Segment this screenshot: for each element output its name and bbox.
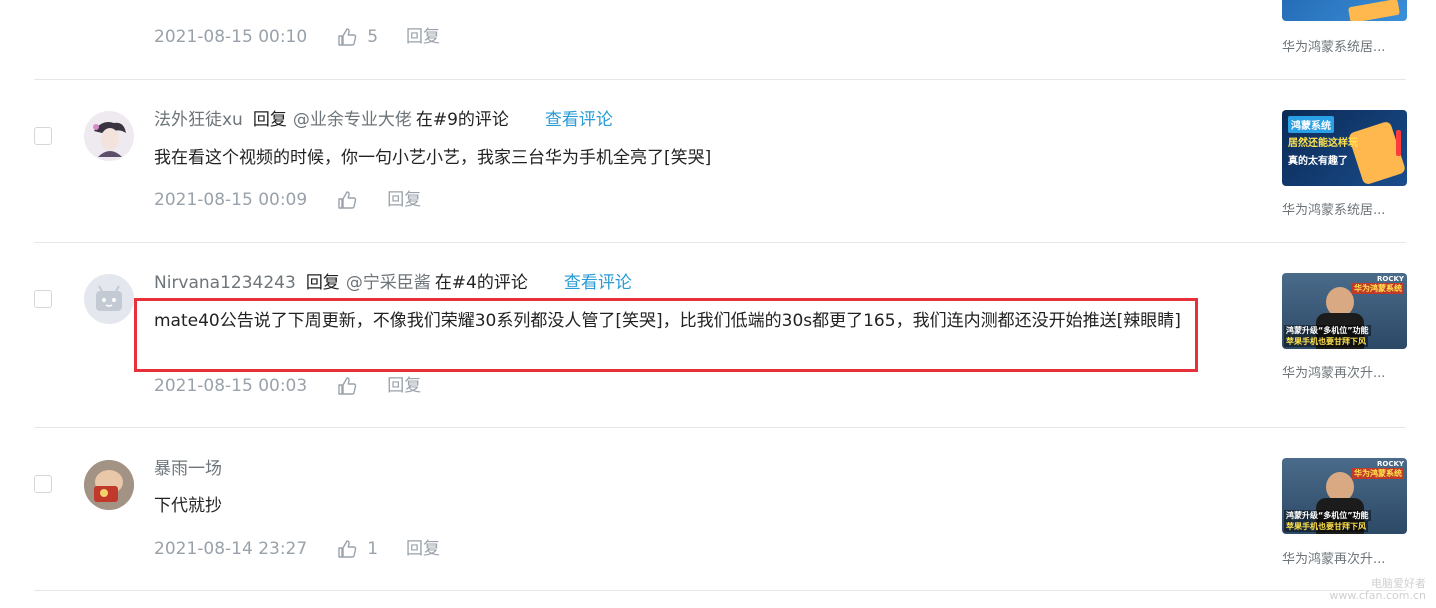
- thumb-text: 居然还能这样玩: [1288, 138, 1358, 149]
- avatar[interactable]: [84, 274, 134, 324]
- reply-label: 回复: [305, 273, 340, 293]
- comment-divider: [34, 590, 1406, 591]
- like-count: 5: [367, 27, 379, 47]
- view-comment-link[interactable]: 查看评论: [564, 273, 632, 293]
- comment-meta: 2021-08-15 00:09 回复: [154, 189, 421, 211]
- video-thumbnail[interactable]: ROCKY 华为鸿蒙系统 鸿蒙升级“多机位”功能 苹果手机也要甘拜下风: [1282, 273, 1407, 349]
- phone-illustration: [1347, 0, 1401, 21]
- avatar-image: [84, 460, 134, 510]
- video-thumbnail[interactable]: ROCKY 华为鸿蒙系统 鸿蒙升级“多机位”功能 苹果手机也要甘拜下风: [1282, 458, 1407, 534]
- thumbs-up-icon: [338, 28, 357, 46]
- watermark-text: www.cfan.com.cn: [1329, 589, 1426, 602]
- comment-divider: [34, 79, 1406, 80]
- comment-header: 暴雨一场: [154, 458, 222, 480]
- site-watermark: 电脑爱好者 www.cfan.com.cn: [1329, 578, 1426, 602]
- video-title[interactable]: 华为鸿蒙再次升...: [1282, 548, 1407, 567]
- like-button[interactable]: 1: [337, 538, 378, 560]
- avatar[interactable]: [84, 460, 134, 510]
- default-avatar-icon: [84, 274, 134, 324]
- video-title[interactable]: 华为鸿蒙系统居...: [1282, 36, 1407, 55]
- comment-header: 法外狂徒xu 回复 @业余专业大佬 在#9的评论 查看评论: [154, 109, 613, 131]
- select-checkbox[interactable]: [34, 290, 52, 308]
- like-button[interactable]: [337, 376, 367, 396]
- reply-button[interactable]: 回复: [387, 375, 421, 397]
- comment-date: 2021-08-15 00:10: [154, 27, 308, 47]
- like-button[interactable]: 5: [337, 26, 378, 48]
- thumb-text: 华为鸿蒙系统: [1352, 468, 1404, 479]
- mention-link[interactable]: @宁采臣酱: [346, 273, 431, 293]
- thumb-text: 华为鸿蒙系统: [1352, 283, 1404, 294]
- mention-link[interactable]: @业余专业大佬: [293, 110, 412, 130]
- thumb-text: 鸿蒙系统: [1288, 116, 1334, 133]
- comment-date: 2021-08-15 00:03: [154, 376, 308, 396]
- thumbs-up-icon: [338, 377, 357, 395]
- thumb-text: 真的太有趣了: [1288, 156, 1348, 167]
- reply-button[interactable]: 回复: [387, 189, 421, 211]
- avatar-image: [84, 111, 134, 161]
- comment-date: 2021-08-14 23:27: [154, 539, 308, 559]
- thumb-brand: ROCKY: [1377, 275, 1404, 283]
- view-comment-link[interactable]: 查看评论: [545, 110, 613, 130]
- username[interactable]: 法外狂徒xu: [154, 110, 243, 130]
- thumb-brand: ROCKY: [1377, 460, 1404, 468]
- comment-context: 在#9的评论: [415, 110, 509, 130]
- thumb-text: 苹果手机也要甘拜下风: [1284, 521, 1368, 532]
- thumb-text: 苹果手机也要甘拜下风: [1284, 336, 1368, 347]
- comment-content: 我在看这个视频的时候，你一句小艺小艺，我家三台华为手机全亮了[笑哭]: [154, 148, 712, 168]
- comment-context: 在#4的评论: [434, 273, 528, 293]
- video-thumbnail[interactable]: 鸿蒙系统 居然还能这样玩 真的太有趣了: [1282, 110, 1407, 186]
- thumb-text: 鸿蒙升级“多机位”功能: [1284, 325, 1371, 336]
- like-button[interactable]: [337, 190, 367, 210]
- exclamation-icon: [1396, 130, 1401, 156]
- comment-divider: [34, 427, 1406, 428]
- select-checkbox[interactable]: [34, 475, 52, 493]
- comment-meta: 2021-08-14 23:27 1 回复: [154, 538, 440, 560]
- reply-button[interactable]: 回复: [406, 538, 440, 560]
- video-title[interactable]: 华为鸿蒙再次升...: [1282, 362, 1407, 381]
- username[interactable]: 暴雨一场: [154, 459, 222, 479]
- video-title[interactable]: 华为鸿蒙系统居...: [1282, 199, 1407, 218]
- thumbs-up-icon: [338, 191, 357, 209]
- avatar[interactable]: [84, 111, 134, 161]
- like-count: 1: [367, 539, 379, 559]
- highlight-box: [134, 298, 1198, 372]
- comment-meta: 2021-08-15 00:10 5 回复: [154, 26, 440, 48]
- reply-button[interactable]: 回复: [406, 26, 440, 48]
- comment-divider: [34, 242, 1406, 243]
- thumbs-up-icon: [338, 540, 357, 558]
- comment-meta: 2021-08-15 00:03 回复: [154, 375, 421, 397]
- thumb-text: 鸿蒙升级“多机位”功能: [1284, 510, 1371, 521]
- username[interactable]: Nirvana1234243: [154, 273, 296, 293]
- video-thumbnail[interactable]: [1282, 0, 1407, 21]
- select-checkbox[interactable]: [34, 127, 52, 145]
- comment-header: Nirvana1234243 回复 @宁采臣酱 在#4的评论 查看评论: [154, 272, 632, 294]
- comment-content: 下代就抄: [154, 496, 222, 516]
- reply-label: 回复: [252, 110, 287, 130]
- comment-date: 2021-08-15 00:09: [154, 190, 308, 210]
